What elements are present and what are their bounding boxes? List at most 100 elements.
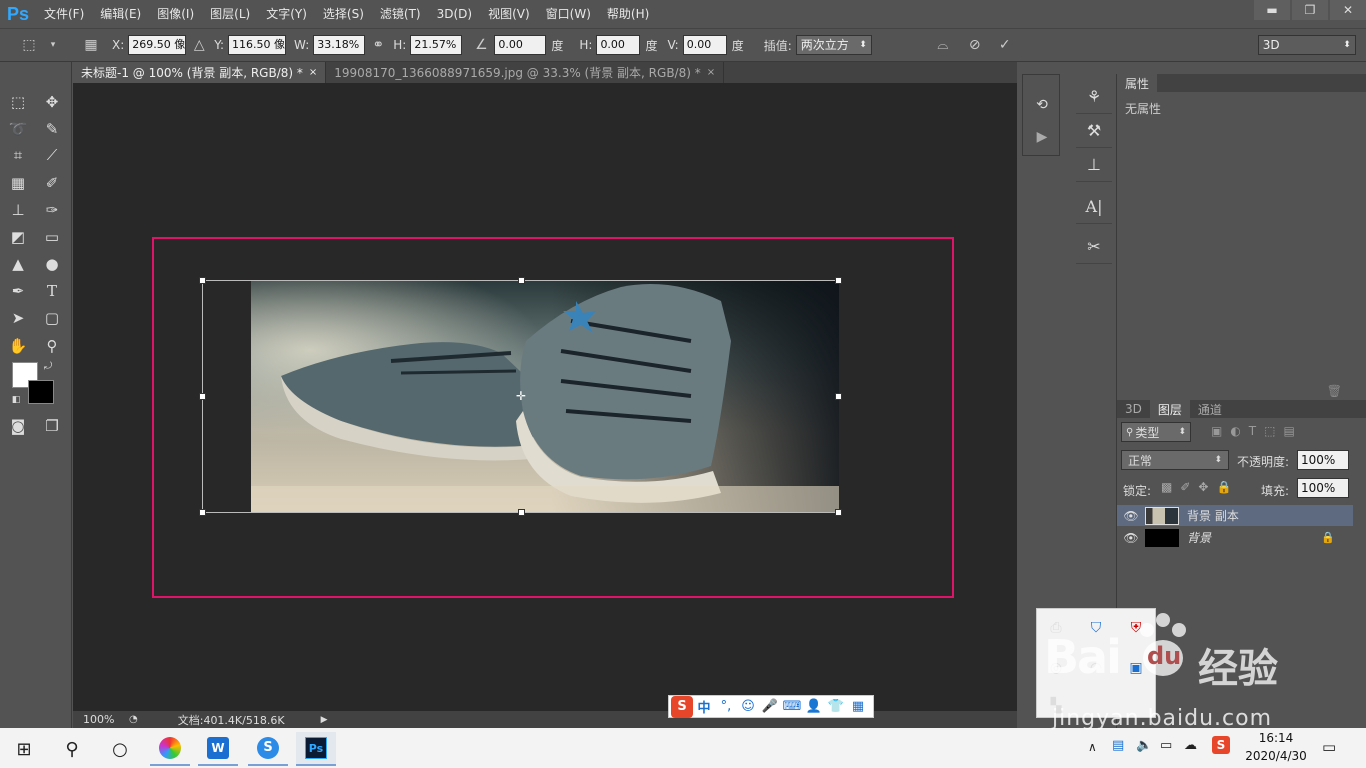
reference-point-crosshair-icon[interactable]: ✛ [514, 389, 528, 403]
menu-layer[interactable]: 图层(L) [202, 0, 258, 28]
h-field[interactable]: 21.57% [410, 35, 463, 55]
workspace-select[interactable]: 3D ⬍ [1257, 35, 1356, 55]
zoom-tool-icon[interactable]: ⚲ [40, 334, 64, 358]
eraser-tool-icon[interactable]: ◩ [6, 225, 30, 249]
close-button[interactable]: ✕ [1330, 0, 1366, 20]
quick-mask-icon[interactable]: ◙ [6, 414, 30, 438]
fill-field[interactable]: 100% [1297, 478, 1349, 498]
angle-field[interactable]: 0.00 [494, 35, 547, 55]
emoji-icon[interactable]: ☺ [737, 696, 759, 718]
tab-untitled-1[interactable]: 未标题-1 @ 100% (背景 副本, RGB/8) * × [73, 62, 327, 83]
blend-mode-select[interactable]: 正常 ⬍ [1121, 450, 1229, 470]
cloud-icon[interactable]: ☁ [1184, 738, 1197, 753]
chat-icon[interactable]: ▚ [1045, 695, 1067, 717]
layer-row[interactable]: 👁 背景 副本 [1117, 505, 1353, 526]
marquee-tool-icon[interactable]: ⬚ [6, 90, 30, 114]
brush-settings-icon[interactable]: ⚒ [1076, 114, 1112, 148]
cancel-icon[interactable]: ⊘ [964, 34, 986, 56]
y-field[interactable]: 116.50 像 [228, 35, 287, 55]
x-field[interactable]: 269.50 像 [128, 35, 187, 55]
play-icon[interactable]: ▶ [1033, 129, 1051, 147]
tab-layers[interactable]: 图层 [1149, 400, 1190, 418]
blur-tool-icon[interactable]: ▲ [6, 252, 30, 276]
character-icon[interactable]: A| [1076, 190, 1112, 224]
minimize-button[interactable]: ▬ [1254, 0, 1290, 20]
ime-lang-indicator[interactable]: 中 [693, 696, 715, 718]
quick-select-tool-icon[interactable]: ✎ [40, 117, 64, 141]
windows-start-icon[interactable]: ⊞ [4, 732, 44, 766]
security-icon[interactable]: ⛨ [1125, 617, 1147, 639]
close-icon[interactable]: × [707, 67, 715, 78]
move-tool-icon[interactable]: ✥ [40, 90, 64, 114]
history-icon[interactable]: ⟲ [1033, 97, 1051, 115]
default-colors-icon[interactable]: ◧ [8, 392, 24, 408]
eye-icon[interactable]: 👁 [1117, 531, 1145, 545]
close-icon[interactable]: × [309, 67, 317, 78]
brush-preset-icon[interactable]: ⚘ [1076, 80, 1112, 114]
stamp-tool-icon[interactable]: ⊥ [6, 198, 30, 222]
notification-icon[interactable]: ▭ [1322, 738, 1336, 756]
tab-channels[interactable]: 通道 [1190, 400, 1230, 418]
restore-button[interactable]: ❐ [1292, 0, 1328, 20]
history-brush-icon[interactable]: ✑ [40, 198, 64, 222]
shape-tool-icon[interactable]: ▢ [40, 306, 64, 330]
browser-icon[interactable] [150, 732, 190, 766]
punctuation-icon[interactable]: °, [715, 696, 737, 718]
path-select-tool-icon[interactable]: ➤ [6, 306, 30, 330]
gradient-tool-icon[interactable]: ▭ [40, 225, 64, 249]
tab-jpg-document[interactable]: 19908170_1366088971659.jpg @ 33.3% (背景 副… [326, 62, 725, 83]
screen-mode-icon[interactable]: ❐ [40, 414, 64, 438]
layer-name[interactable]: 背景 副本 [1187, 507, 1239, 524]
doc-info-icon[interactable]: ◔ [129, 714, 138, 725]
sogou-logo-icon[interactable]: S [671, 695, 693, 718]
commit-icon[interactable]: ✓ [994, 34, 1016, 56]
hand-tool-icon[interactable]: ✋ [6, 334, 30, 358]
menu-select[interactable]: 选择(S) [315, 0, 372, 28]
healing-brush-icon[interactable]: ▦ [6, 171, 30, 195]
warp-icon[interactable]: ⌓ [932, 34, 954, 56]
search-icon[interactable]: ⚲ [52, 732, 92, 766]
wps-icon[interactable]: W [198, 732, 238, 766]
usb-icon[interactable]: ⎙ [1045, 617, 1067, 639]
menu-window[interactable]: 窗口(W) [538, 0, 599, 28]
mic-icon[interactable]: 🎤 [759, 696, 781, 718]
tray-expand-icon[interactable]: ∧ [1088, 740, 1097, 754]
transform-handle-tl[interactable] [199, 277, 206, 284]
remote-icon[interactable]: ▣ [1125, 657, 1147, 679]
transform-handle-ml[interactable] [199, 393, 206, 400]
layer-name[interactable]: 背景 [1187, 529, 1211, 546]
menu-3d[interactable]: 3D(D) [429, 0, 480, 28]
link-icon[interactable]: ⚭ [367, 34, 389, 56]
clone-source-icon[interactable]: ⊥ [1076, 148, 1112, 182]
menu-filter[interactable]: 滤镜(T) [372, 0, 429, 28]
swap-colors-icon[interactable]: ⤾ [40, 358, 56, 374]
task-view-icon[interactable]: ○ [100, 732, 140, 766]
eye-icon[interactable]: 👁 [1117, 509, 1145, 523]
layer-filter-select[interactable]: ⚲ 类型 ⬍ [1121, 422, 1191, 442]
keyboard-icon[interactable]: ⌨ [781, 696, 803, 718]
transform-handle-bc[interactable] [518, 509, 525, 516]
sogou-tray-icon[interactable]: S [1212, 736, 1230, 754]
vskew-field[interactable]: 0.00 [682, 35, 727, 55]
tab-3d[interactable]: 3D [1117, 400, 1150, 418]
delta-icon[interactable]: △ [188, 34, 210, 56]
transform-handle-mr[interactable] [835, 393, 842, 400]
transform-handle-tr[interactable] [835, 277, 842, 284]
tool-preset-icon[interactable]: ⬚ [18, 34, 40, 56]
photoshop-taskbar-icon[interactable]: Ps [296, 732, 336, 766]
transform-handle-bl[interactable] [199, 509, 206, 516]
opacity-field[interactable]: 100% [1297, 450, 1349, 470]
trash-icon[interactable]: 🗑 [1327, 384, 1342, 398]
app-icon[interactable]: ◎ [1045, 657, 1067, 679]
tab-properties[interactable]: 属性 [1117, 74, 1158, 92]
skin-icon[interactable]: 👕 [825, 696, 847, 718]
background-color-swatch[interactable] [28, 380, 54, 404]
pen-tool-icon[interactable]: ✒ [6, 279, 30, 303]
transform-handle-br[interactable] [835, 509, 842, 516]
network-icon[interactable]: ▭ [1160, 738, 1172, 753]
volume-icon[interactable]: 🔈 [1136, 738, 1152, 753]
lock-icons[interactable]: ▩✐✥🔒 [1161, 480, 1239, 494]
chevron-down-icon[interactable]: ▾ [42, 34, 64, 56]
tray-app-icon[interactable]: ▤ [1112, 738, 1124, 753]
transform-handle-tc[interactable] [518, 277, 525, 284]
